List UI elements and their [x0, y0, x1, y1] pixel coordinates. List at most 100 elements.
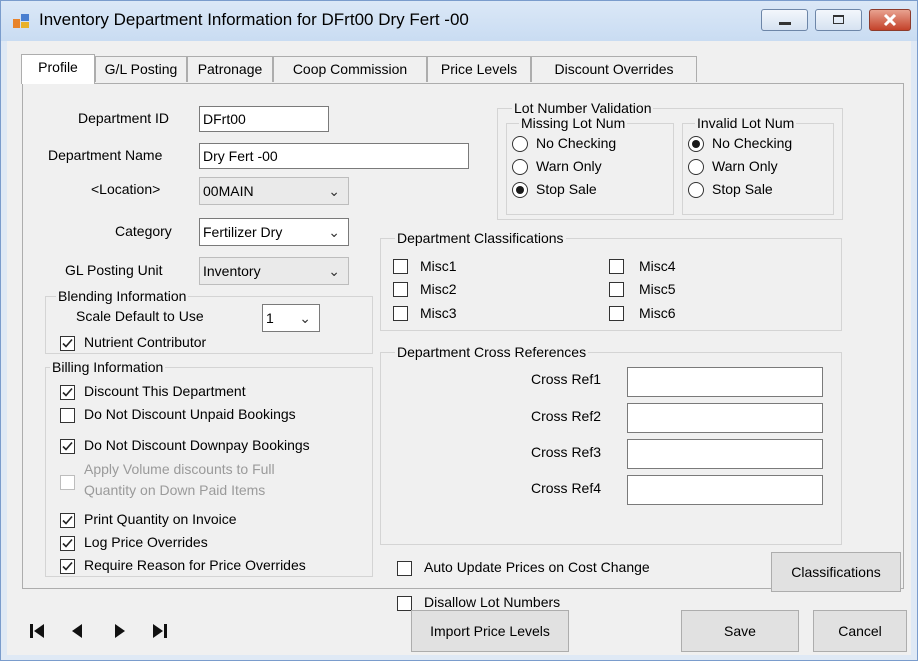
invalid-warn-only-radio[interactable]	[688, 159, 704, 175]
invalid-lot-title: Invalid Lot Num	[695, 115, 797, 131]
gl-posting-unit-label: GL Posting Unit	[65, 262, 163, 278]
department-classifications-group: Department Classifications Misc1 Misc2 M…	[380, 230, 842, 331]
main-window: Inventory Department Information for DFr…	[0, 0, 918, 661]
gl-posting-unit-value: Inventory	[203, 263, 261, 279]
app-icon	[13, 14, 29, 28]
category-value: Fertilizer Dry	[203, 224, 283, 240]
invalid-no-checking-label: No Checking	[712, 135, 793, 151]
no-discount-downpay-checkbox[interactable]	[60, 439, 75, 454]
lot-number-validation-title: Lot Number Validation	[512, 100, 654, 116]
category-label: Category	[115, 223, 172, 239]
maximize-button[interactable]	[815, 9, 862, 31]
misc2-checkbox[interactable]	[393, 282, 408, 297]
tab-gl-posting[interactable]: G/L Posting	[95, 56, 187, 82]
gl-posting-unit-select[interactable]: Inventory ⌄	[199, 257, 349, 285]
cross-ref1-field[interactable]	[627, 367, 823, 397]
discount-department-checkbox[interactable]	[60, 385, 75, 400]
cross-ref2-label: Cross Ref2	[531, 408, 602, 424]
misc4-label: Misc4	[639, 258, 676, 274]
misc3-label: Misc3	[420, 305, 457, 321]
misc6-checkbox[interactable]	[609, 306, 624, 321]
billing-information-title: Billing Information	[50, 359, 166, 375]
disallow-lot-numbers-label: Disallow Lot Numbers	[424, 594, 561, 610]
last-record-icon[interactable]	[150, 621, 170, 641]
scale-default-label: Scale Default to Use	[76, 308, 204, 324]
import-price-levels-button[interactable]: Import Price Levels	[411, 610, 569, 652]
cancel-button[interactable]: Cancel	[813, 610, 907, 652]
invalid-stop-sale-label: Stop Sale	[712, 181, 773, 197]
invalid-lot-group: Invalid Lot Num No Checking Warn Only St…	[682, 115, 834, 215]
minimize-button[interactable]	[761, 9, 808, 31]
classifications-button[interactable]: Classifications	[771, 552, 901, 592]
missing-lot-title: Missing Lot Num	[519, 115, 628, 131]
close-icon	[883, 13, 897, 27]
first-record-icon[interactable]	[27, 621, 47, 641]
cross-ref3-field[interactable]	[627, 439, 823, 469]
misc3-checkbox[interactable]	[393, 306, 408, 321]
misc6-label: Misc6	[639, 305, 676, 321]
close-button[interactable]	[869, 9, 911, 31]
save-button[interactable]: Save	[681, 610, 799, 652]
missing-warn-only-label: Warn Only	[536, 158, 602, 174]
location-value: 00MAIN	[203, 183, 254, 199]
tab-discount-overrides[interactable]: Discount Overrides	[531, 56, 697, 82]
chevron-down-icon: ⌄	[299, 310, 311, 326]
previous-record-icon[interactable]	[67, 621, 87, 641]
misc5-checkbox[interactable]	[609, 282, 624, 297]
tab-profile[interactable]: Profile	[21, 54, 95, 84]
disallow-lot-numbers-checkbox[interactable]	[397, 596, 412, 611]
missing-lot-group: Missing Lot Num No Checking Warn Only St…	[506, 115, 674, 215]
location-label: <Location>	[91, 181, 161, 197]
nutrient-contributor-checkbox[interactable]	[60, 336, 75, 351]
missing-no-checking-radio[interactable]	[512, 136, 528, 152]
title-bar: Inventory Department Information for DFr…	[1, 1, 917, 41]
lot-number-validation-group: Lot Number Validation Missing Lot Num No…	[497, 100, 843, 220]
department-id-field[interactable]: DFrt00	[199, 106, 329, 132]
tab-price-levels[interactable]: Price Levels	[427, 56, 531, 82]
missing-stop-sale-radio[interactable]	[512, 182, 528, 198]
discount-department-label: Discount This Department	[84, 383, 246, 399]
misc2-label: Misc2	[420, 281, 457, 297]
tab-patronage[interactable]: Patronage	[187, 56, 273, 82]
misc4-checkbox[interactable]	[609, 259, 624, 274]
require-reason-label: Require Reason for Price Overrides	[84, 557, 306, 573]
apply-volume-discounts-label-1: Apply Volume discounts to Full	[84, 461, 275, 477]
misc1-checkbox[interactable]	[393, 259, 408, 274]
location-select[interactable]: 00MAIN ⌄	[199, 177, 349, 205]
nutrient-contributor-label: Nutrient Contributor	[84, 334, 207, 350]
department-cross-references-title: Department Cross References	[395, 344, 589, 360]
no-discount-unpaid-checkbox[interactable]	[60, 408, 75, 423]
missing-stop-sale-label: Stop Sale	[536, 181, 597, 197]
no-discount-downpay-label: Do Not Discount Downpay Bookings	[84, 437, 310, 453]
cross-ref2-field[interactable]	[627, 403, 823, 433]
department-name-field[interactable]: Dry Fert -00	[199, 143, 469, 169]
print-quantity-label: Print Quantity on Invoice	[84, 511, 237, 527]
log-price-overrides-label: Log Price Overrides	[84, 534, 208, 550]
window-title: Inventory Department Information for DFr…	[39, 10, 469, 29]
no-discount-unpaid-label: Do Not Discount Unpaid Bookings	[84, 406, 296, 422]
auto-update-prices-checkbox[interactable]	[397, 561, 412, 576]
chevron-down-icon: ⌄	[328, 183, 340, 199]
next-record-icon[interactable]	[110, 621, 130, 641]
scale-default-value: 1	[266, 310, 274, 326]
tab-coop-commission[interactable]: Coop Commission	[273, 56, 427, 82]
invalid-warn-only-label: Warn Only	[712, 158, 778, 174]
department-id-label: Department ID	[78, 110, 170, 126]
log-price-overrides-checkbox[interactable]	[60, 536, 75, 551]
invalid-stop-sale-radio[interactable]	[688, 182, 704, 198]
cross-ref4-field[interactable]	[627, 475, 823, 505]
apply-volume-discounts-label-2: Quantity on Down Paid Items	[84, 482, 266, 498]
require-reason-checkbox[interactable]	[60, 559, 75, 574]
chevron-down-icon: ⌄	[328, 263, 340, 279]
department-cross-references-group: Department Cross References Cross Ref1 C…	[380, 344, 842, 545]
cross-ref1-label: Cross Ref1	[531, 371, 602, 387]
department-name-label: Department Name	[48, 147, 163, 163]
auto-update-prices-label: Auto Update Prices on Cost Change	[424, 559, 650, 575]
minimize-icon	[779, 22, 791, 25]
scale-default-select[interactable]: 1 ⌄	[262, 304, 320, 332]
invalid-no-checking-radio[interactable]	[688, 136, 704, 152]
department-classifications-title: Department Classifications	[395, 230, 566, 246]
category-select[interactable]: Fertilizer Dry ⌄	[199, 218, 349, 246]
print-quantity-checkbox[interactable]	[60, 513, 75, 528]
missing-warn-only-radio[interactable]	[512, 159, 528, 175]
